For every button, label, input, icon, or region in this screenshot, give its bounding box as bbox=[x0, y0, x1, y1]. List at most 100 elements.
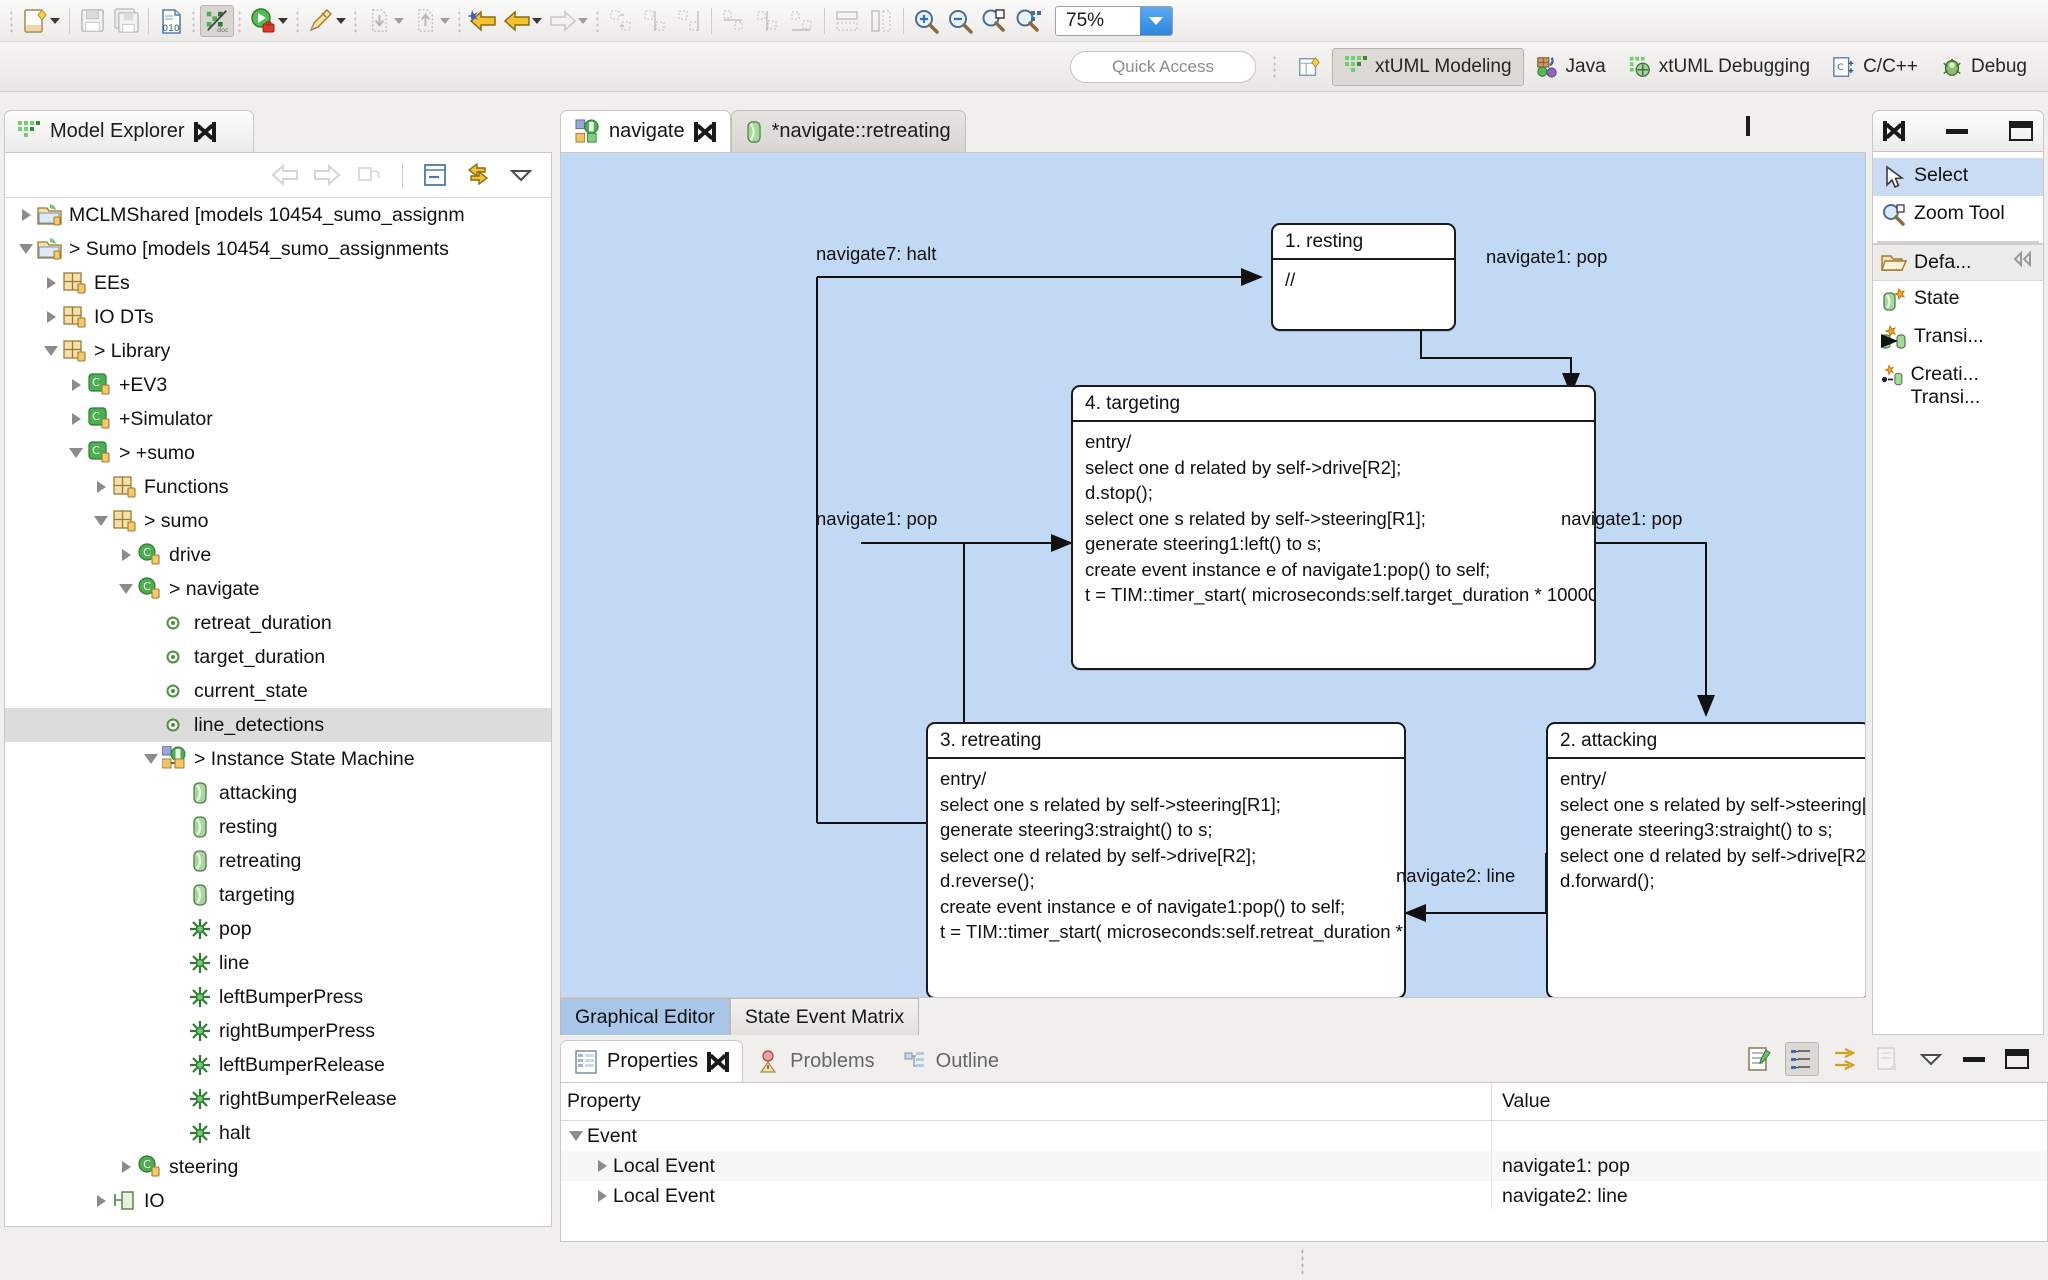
expand-arrow-icon[interactable] bbox=[15, 198, 37, 232]
highlighter-button[interactable] bbox=[304, 5, 338, 37]
tree-twisty[interactable] bbox=[165, 1082, 187, 1116]
toolbar-grip[interactable] bbox=[191, 7, 197, 34]
run-button[interactable] bbox=[246, 5, 280, 37]
tab-outline[interactable]: Outline bbox=[889, 1040, 1013, 1082]
collapse-arrow-icon[interactable] bbox=[565, 1119, 587, 1153]
tree-item-instance-state-machine[interactable]: > Instance State Machine bbox=[5, 742, 551, 776]
tree-item-navigate[interactable]: C > navigate bbox=[5, 572, 551, 606]
expand-arrow-icon[interactable] bbox=[115, 1150, 137, 1184]
collapse-arrow-icon[interactable] bbox=[140, 742, 162, 776]
toolbar-grip[interactable] bbox=[457, 7, 463, 34]
toolbar-grip[interactable] bbox=[237, 7, 243, 34]
expand-arrow-icon[interactable] bbox=[90, 470, 112, 504]
tab-graphical-editor[interactable]: Graphical Editor bbox=[560, 998, 730, 1035]
tree-item-rightbumperrelease[interactable]: rightBumperRelease bbox=[5, 1082, 551, 1116]
tree-twisty[interactable] bbox=[165, 1116, 187, 1150]
export-button[interactable] bbox=[408, 5, 442, 37]
tree-item-line[interactable]: line bbox=[5, 946, 551, 980]
align-middle-button[interactable] bbox=[751, 5, 785, 37]
expand-arrow-icon[interactable] bbox=[65, 368, 87, 402]
tree-item-rightbumperpress[interactable]: rightBumperPress bbox=[5, 1014, 551, 1048]
tree-item-simulator[interactable]: C +Simulator bbox=[5, 402, 551, 436]
minimize-icon[interactable] bbox=[1946, 128, 1968, 134]
home-button[interactable] bbox=[350, 159, 388, 191]
perspective-debug[interactable]: Debug bbox=[1929, 48, 2038, 86]
restore-default-button[interactable] bbox=[1871, 1042, 1905, 1076]
state-node-resting[interactable]: 1. resting // bbox=[1271, 223, 1456, 331]
transition-label[interactable]: navigate7: halt bbox=[816, 243, 936, 265]
tree-item-functions[interactable]: Functions bbox=[5, 470, 551, 504]
tree-item-line-detections[interactable]: line_detections bbox=[5, 708, 551, 742]
zoom-out-button[interactable] bbox=[943, 5, 977, 37]
tree-twisty[interactable] bbox=[165, 776, 187, 810]
zoom-in-button[interactable] bbox=[909, 5, 943, 37]
palette-item-creation-transition[interactable]: Creati... Transi... bbox=[1873, 357, 2043, 415]
state-node-retreating[interactable]: 3. retreating entry/ select one s related… bbox=[926, 722, 1406, 997]
pin-icon[interactable] bbox=[2011, 251, 2035, 267]
tree-item-halt[interactable]: halt bbox=[5, 1116, 551, 1150]
tree-item-leftbumperrelease[interactable]: leftBumperRelease bbox=[5, 1048, 551, 1082]
model-explorer-tree[interactable]: MCLMShared [models 10454_sumo_assignm > S… bbox=[4, 198, 552, 1227]
properties-maximize-button[interactable] bbox=[2000, 1042, 2034, 1076]
tree-item-retreating[interactable]: retreating bbox=[5, 844, 551, 878]
match-width-button[interactable] bbox=[864, 5, 898, 37]
state-node-attacking[interactable]: 2. attacking entry/ select one s related … bbox=[1546, 722, 1865, 997]
close-icon[interactable] bbox=[693, 121, 716, 142]
transition-label[interactable]: navigate1: pop bbox=[816, 508, 937, 530]
align-bottom-button[interactable] bbox=[785, 5, 819, 37]
toolbar-grip[interactable] bbox=[295, 7, 301, 34]
model-explorer-tab[interactable]: Model Explorer bbox=[4, 110, 254, 152]
show-advanced-button[interactable] bbox=[1828, 1042, 1862, 1076]
state-machine-canvas[interactable]: 1. resting // 4. targeting entry/ select on… bbox=[560, 152, 1866, 998]
perspective-xtuml-modeling[interactable]: xtUML Modeling bbox=[1331, 47, 1524, 86]
build-model-button[interactable]: doc bbox=[200, 4, 234, 37]
transition-label[interactable]: navigate2: line bbox=[1396, 865, 1515, 887]
expand-arrow-icon[interactable] bbox=[40, 266, 62, 300]
expand-arrow-icon[interactable] bbox=[90, 1184, 112, 1218]
tree-item-io[interactable]: IO bbox=[5, 1184, 551, 1218]
tree-item-sumo[interactable]: > sumo bbox=[5, 504, 551, 538]
tree-item-steering[interactable]: Csteering bbox=[5, 1150, 551, 1184]
save-button[interactable] bbox=[75, 5, 109, 37]
toolbar-grip[interactable] bbox=[9, 7, 15, 34]
perspective-xtuml-debugging[interactable]: xtUML Debugging bbox=[1617, 48, 1821, 86]
resize-handle[interactable] bbox=[1301, 1248, 1307, 1274]
tree-item-current-state[interactable]: current_state bbox=[5, 674, 551, 708]
back-star-button[interactable] bbox=[466, 5, 500, 37]
back-button[interactable] bbox=[500, 5, 534, 37]
back-button[interactable] bbox=[266, 159, 304, 191]
collapse-arrow-icon[interactable] bbox=[65, 436, 87, 470]
tree-item-ees[interactable]: EEs bbox=[5, 266, 551, 300]
tree-twisty[interactable] bbox=[165, 1048, 187, 1082]
tree-twisty[interactable] bbox=[165, 946, 187, 980]
align-left-button[interactable] bbox=[604, 5, 638, 37]
forward-button[interactable] bbox=[308, 159, 346, 191]
tree-twisty[interactable] bbox=[165, 912, 187, 946]
tree-twisty[interactable] bbox=[140, 674, 162, 708]
tree-item-target-duration[interactable]: target_duration bbox=[5, 640, 551, 674]
tree-item-sumo-models-10454-sumo-assignments[interactable]: > Sumo [models 10454_sumo_assignments bbox=[5, 232, 551, 266]
open-perspective-button[interactable] bbox=[1286, 48, 1332, 86]
close-icon[interactable] bbox=[193, 121, 216, 142]
forward-button[interactable] bbox=[546, 5, 580, 37]
tree-twisty[interactable] bbox=[140, 606, 162, 640]
expand-arrow-icon[interactable] bbox=[65, 402, 87, 436]
tree-twisty[interactable] bbox=[165, 1014, 187, 1048]
perspective-grip[interactable] bbox=[1271, 52, 1278, 81]
properties-minimize-button[interactable] bbox=[1957, 1042, 1991, 1076]
close-icon[interactable] bbox=[707, 1051, 730, 1072]
tree-item-io-dts[interactable]: IO DTs bbox=[5, 300, 551, 334]
view-menu-button[interactable] bbox=[503, 159, 539, 191]
zoom-fit-page-button[interactable] bbox=[977, 5, 1011, 37]
new-property-sheet-button[interactable] bbox=[1742, 1042, 1776, 1076]
expand-arrow-icon[interactable] bbox=[40, 300, 62, 334]
tree-item-sumo[interactable]: C > +sumo bbox=[5, 436, 551, 470]
binary-file-button[interactable]: 010 bbox=[154, 5, 188, 37]
tree-item-ev3[interactable]: C +EV3 bbox=[5, 368, 551, 402]
close-icon[interactable] bbox=[1883, 121, 1905, 141]
tree-twisty[interactable] bbox=[165, 980, 187, 1014]
import-button[interactable] bbox=[362, 5, 396, 37]
tree-twisty[interactable] bbox=[165, 810, 187, 844]
toolbar-grip[interactable] bbox=[595, 7, 601, 34]
maximize-icon[interactable] bbox=[1746, 116, 1750, 136]
